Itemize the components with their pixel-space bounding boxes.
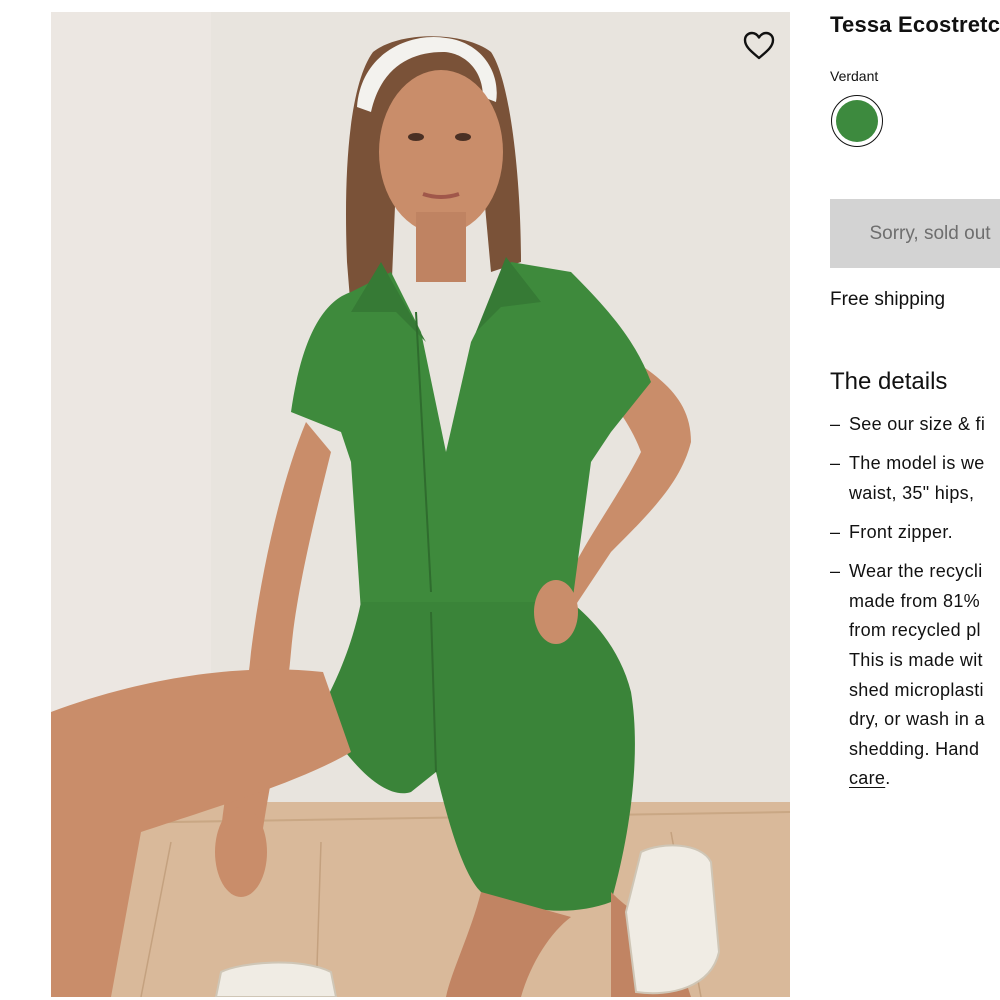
details-item: – Front zipper. [830, 518, 985, 548]
list-dash: – [830, 414, 841, 434]
product-info-panel: Tessa Ecostretch Verdant Sorry, sold out… [830, 0, 1000, 1000]
list-dash: – [830, 453, 841, 474]
list-dash: – [830, 521, 841, 542]
product-image[interactable] [51, 12, 790, 997]
details-line: shed microplasti [849, 679, 984, 700]
sold-out-button[interactable]: Sorry, sold out [830, 199, 1000, 268]
details-line-care: care. [849, 764, 985, 794]
swatch-fill [836, 100, 878, 142]
details-heading: The details [830, 368, 948, 395]
color-swatch-verdant[interactable] [831, 95, 883, 147]
details-item: – See our size & fi [830, 410, 985, 440]
free-shipping-text: Free shipping [830, 289, 946, 310]
care-link[interactable]: care [849, 768, 885, 788]
favorite-heart-button[interactable] [742, 30, 776, 62]
details-line: waist, 35" hips, [849, 482, 975, 503]
details-line: made from 81% [849, 590, 980, 611]
details-line: This is made wit [849, 649, 983, 670]
product-title: Tessa Ecostretch [830, 12, 1000, 37]
details-line: from recycled pl [849, 620, 981, 641]
details-item: – The model is we waist, 35" hips, [830, 449, 985, 508]
details-line: Wear the recycli [849, 561, 983, 582]
details-line: The model is we [849, 453, 985, 474]
details-line[interactable]: See our size & fi [849, 410, 985, 440]
color-name-label: Verdant [830, 68, 879, 84]
details-line: shedding. Hand [849, 738, 980, 759]
details-item: – Wear the recycli made from 81% from re… [830, 557, 985, 794]
care-period: . [885, 768, 891, 789]
list-dash: – [830, 561, 841, 582]
details-line: dry, or wash in a [849, 709, 985, 730]
details-line: Front zipper. [849, 521, 953, 542]
product-photo [51, 12, 790, 997]
heart-icon [743, 31, 775, 60]
details-list: – See our size & fi – The model is we wa… [830, 410, 985, 804]
